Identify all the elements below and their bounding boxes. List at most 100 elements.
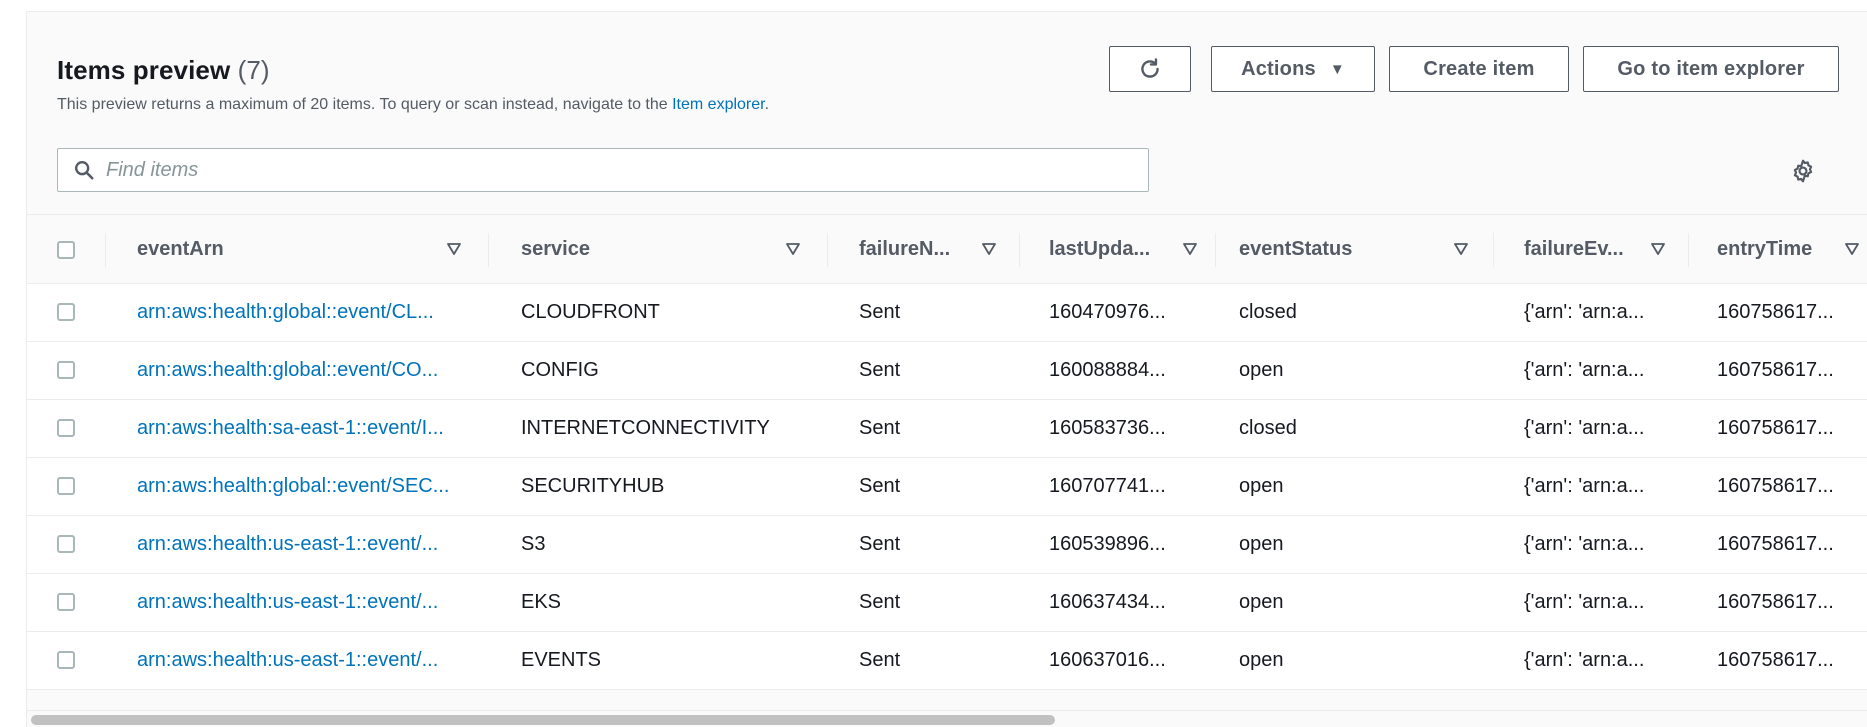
table-row[interactable]: arn:aws:health:global::event/CL... CLOUD… <box>27 284 1867 342</box>
service-cell: CLOUDFRONT <box>521 301 660 323</box>
event-arn-link[interactable]: arn:aws:health:sa-east-1::event/I... <box>137 400 487 457</box>
failure-notification-cell: Sent <box>859 591 901 613</box>
items-preview-panel: Items preview (7) This preview returns a… <box>26 11 1867 727</box>
column-divider <box>488 233 489 267</box>
column-divider <box>827 233 828 267</box>
column-header-entrytime[interactable]: entryTime <box>1717 215 1847 283</box>
search-icon <box>72 158 96 182</box>
entry-time-cell: 160758617... <box>1717 475 1834 497</box>
service-cell: EKS <box>521 591 562 613</box>
description-suffix: . <box>764 96 770 113</box>
refresh-icon <box>1141 58 1159 78</box>
failure-notification-cell: Sent <box>859 359 901 381</box>
event-arn-link[interactable]: arn:aws:health:global::event/CL... <box>137 284 487 341</box>
go-to-item-explorer-label: Go to item explorer <box>1617 57 1805 80</box>
sort-triangle-icon[interactable] <box>982 215 996 283</box>
settings-gear-icon[interactable] <box>1789 157 1817 185</box>
sort-triangle-icon[interactable] <box>1183 215 1197 283</box>
failure-event-cell: {'arn': 'arn:a... <box>1524 417 1645 439</box>
event-arn-link[interactable]: arn:aws:health:global::event/CO... <box>137 342 487 399</box>
table-row[interactable]: arn:aws:health:sa-east-1::event/I... INT… <box>27 400 1867 458</box>
failure-notification-cell: Sent <box>859 533 901 555</box>
failure-notification-cell: Sent <box>859 417 901 439</box>
item-count: (7) <box>237 55 270 85</box>
column-header-failureevent[interactable]: failureEv... <box>1524 215 1654 283</box>
table-row[interactable]: arn:aws:health:us-east-1::event/... EKS … <box>27 574 1867 632</box>
horizontal-scrollbar[interactable] <box>27 710 1867 727</box>
page-title: Items preview (7) <box>57 54 769 86</box>
column-header-failurenotification[interactable]: failureN... <box>859 215 979 283</box>
event-status-cell: closed <box>1239 301 1297 323</box>
failure-notification-cell: Sent <box>859 475 901 497</box>
event-status-cell: open <box>1239 533 1284 555</box>
last-updated-cell: 160637016... <box>1049 649 1166 671</box>
table-row[interactable]: arn:aws:health:global::event/CO... CONFI… <box>27 342 1867 400</box>
select-all-checkbox[interactable] <box>57 241 75 259</box>
caret-down-icon: ▼ <box>1329 60 1345 78</box>
sort-triangle-icon[interactable] <box>447 215 461 283</box>
search-box <box>57 148 1149 192</box>
service-cell: INTERNETCONNECTIVITY <box>521 417 770 439</box>
event-arn-link[interactable]: arn:aws:health:us-east-1::event/... <box>137 574 487 631</box>
failure-event-cell: {'arn': 'arn:a... <box>1524 475 1645 497</box>
last-updated-cell: 160470976... <box>1049 301 1166 323</box>
failure-event-cell: {'arn': 'arn:a... <box>1524 301 1645 323</box>
table-row[interactable]: arn:aws:health:global::event/SEC... SECU… <box>27 458 1867 516</box>
service-cell: CONFIG <box>521 359 599 381</box>
sort-triangle-icon[interactable] <box>1845 215 1859 283</box>
column-divider <box>105 233 106 267</box>
actions-label: Actions <box>1241 57 1316 80</box>
row-checkbox[interactable] <box>57 303 75 321</box>
last-updated-cell: 160539896... <box>1049 533 1166 555</box>
last-updated-cell: 160088884... <box>1049 359 1166 381</box>
entry-time-cell: 160758617... <box>1717 417 1834 439</box>
event-arn-link[interactable]: arn:aws:health:us-east-1::event/... <box>137 632 487 689</box>
sort-triangle-icon[interactable] <box>1651 215 1665 283</box>
column-header-eventstatus[interactable]: eventStatus <box>1239 215 1399 283</box>
row-checkbox[interactable] <box>57 651 75 669</box>
failure-notification-cell: Sent <box>859 301 901 323</box>
event-arn-link[interactable]: arn:aws:health:us-east-1::event/... <box>137 516 487 573</box>
failure-notification-cell: Sent <box>859 649 901 671</box>
column-header-lastupdated[interactable]: lastUpda... <box>1049 215 1189 283</box>
failure-event-cell: {'arn': 'arn:a... <box>1524 591 1645 613</box>
description-text: This preview returns a maximum of 20 ite… <box>57 96 673 113</box>
search-input[interactable] <box>106 158 1136 182</box>
page-title-text: Items preview <box>57 55 231 85</box>
row-checkbox[interactable] <box>57 477 75 495</box>
failure-event-cell: {'arn': 'arn:a... <box>1524 359 1645 381</box>
last-updated-cell: 160707741... <box>1049 475 1166 497</box>
create-item-label: Create item <box>1423 57 1535 80</box>
column-divider <box>1215 233 1216 267</box>
entry-time-cell: 160758617... <box>1717 533 1834 555</box>
event-arn-link[interactable]: arn:aws:health:global::event/SEC... <box>137 458 487 515</box>
scrollbar-thumb[interactable] <box>31 715 1055 725</box>
column-header-service[interactable]: service <box>521 215 721 283</box>
entry-time-cell: 160758617... <box>1717 301 1834 323</box>
last-updated-cell: 160583736... <box>1049 417 1166 439</box>
actions-dropdown-button[interactable]: Actions ▼ <box>1211 46 1375 92</box>
row-checkbox[interactable] <box>57 535 75 553</box>
sort-triangle-icon[interactable] <box>786 215 800 283</box>
create-item-button[interactable]: Create item <box>1389 46 1569 92</box>
service-cell: S3 <box>521 533 546 555</box>
service-cell: EVENTS <box>521 649 602 671</box>
last-updated-cell: 160637434... <box>1049 591 1166 613</box>
row-checkbox[interactable] <box>57 419 75 437</box>
refresh-button[interactable] <box>1109 46 1191 92</box>
row-checkbox[interactable] <box>57 593 75 611</box>
row-checkbox[interactable] <box>57 361 75 379</box>
go-to-item-explorer-button[interactable]: Go to item explorer <box>1583 46 1839 92</box>
sort-triangle-icon[interactable] <box>1454 215 1468 283</box>
event-status-cell: open <box>1239 591 1284 613</box>
failure-event-cell: {'arn': 'arn:a... <box>1524 533 1645 555</box>
column-divider <box>1019 233 1020 267</box>
item-explorer-link[interactable]: Item explorer <box>672 96 764 113</box>
event-status-cell: closed <box>1239 417 1297 439</box>
column-divider <box>1493 233 1494 267</box>
entry-time-cell: 160758617... <box>1717 591 1834 613</box>
table-row[interactable]: arn:aws:health:us-east-1::event/... S3 S… <box>27 516 1867 574</box>
table-row[interactable]: arn:aws:health:us-east-1::event/... EVEN… <box>27 632 1867 690</box>
column-header-eventarn[interactable]: eventArn <box>137 215 367 283</box>
failure-event-cell: {'arn': 'arn:a... <box>1524 649 1645 671</box>
